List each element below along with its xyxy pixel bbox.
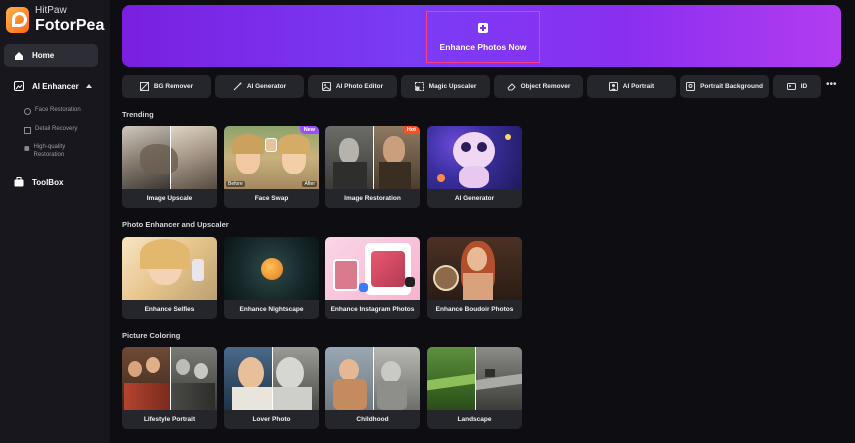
tool-label: Magic Upscaler [428, 83, 477, 90]
tool-label: AI Generator [246, 83, 287, 90]
card-ai-generator[interactable]: AI Generator [427, 126, 522, 208]
portrait-icon [608, 82, 618, 91]
card-image-restoration[interactable]: Hot Image Restoration [325, 126, 420, 208]
card-face-swap[interactable]: New Before After Face Swap [224, 126, 319, 208]
card-lover-photo[interactable]: Lover Photo [224, 347, 319, 429]
brand-small: HitPaw [35, 5, 67, 16]
tool-id[interactable]: ID [773, 75, 821, 98]
card-enhance-nightscape[interactable]: Enhance Nightscape [224, 237, 319, 319]
tool-label: AI Photo Editor [335, 83, 384, 90]
card-landscape[interactable]: Landscape [427, 347, 522, 429]
sidebar-item-label: ToolBox [32, 177, 64, 187]
section-title-photo-enhancer: Photo Enhancer and Upscaler [122, 220, 229, 229]
lifestyle-portrait-thumbnail [122, 347, 217, 410]
upscale-icon [414, 82, 424, 91]
brand-name: FotorPea [35, 17, 105, 34]
sidebar: HitPaw FotorPea Home AI Enhancer Face Re… [0, 0, 110, 443]
sidebar-item-label: AI Enhancer [32, 81, 79, 91]
card-caption: Image Upscale [146, 195, 193, 202]
lover-photo-thumbnail [224, 347, 319, 410]
hot-badge: Hot [402, 126, 420, 134]
card-caption: AI Generator [454, 195, 495, 202]
enhance-selfies-thumbnail [122, 237, 217, 300]
face-icon [24, 108, 31, 115]
section-title-trending: Trending [122, 110, 154, 119]
more-options-icon[interactable]: ••• [826, 80, 837, 90]
portrait-background-icon [686, 82, 696, 91]
sidebar-item-ai-enhancer[interactable]: AI Enhancer [4, 77, 98, 95]
sidebar-item-toolbox[interactable]: ToolBox [4, 173, 98, 191]
face-swap-thumbnail: New Before After [224, 126, 319, 189]
card-caption: Landscape [457, 416, 492, 423]
bg-remover-icon [139, 82, 149, 91]
tool-label: Object Remover [520, 83, 571, 90]
card-enhance-instagram[interactable]: Enhance Instagram Photos [325, 237, 420, 319]
tool-object-remover[interactable]: Object Remover [494, 75, 583, 98]
section-title-picture-coloring: Picture Coloring [122, 331, 181, 340]
new-badge: New [299, 126, 319, 134]
enhance-instagram-thumbnail [325, 237, 420, 300]
enhance-boudoir-thumbnail [427, 237, 522, 300]
image-restoration-thumbnail: Hot [325, 126, 420, 189]
card-enhance-boudoir[interactable]: Enhance Boudoir Photos [427, 237, 522, 319]
landscape-thumbnail [427, 347, 522, 410]
childhood-thumbnail [325, 347, 420, 410]
chevron-up-icon[interactable] [86, 84, 92, 88]
logo-icon [6, 7, 29, 33]
sidebar-item-label: Home [32, 51, 55, 60]
card-caption: Enhance Nightscape [239, 306, 304, 313]
eraser-icon [506, 83, 516, 91]
tool-portrait-background[interactable]: Portrait Background [680, 75, 769, 98]
sidebar-subitem-high-quality-restoration[interactable]: High-quality Restoration [24, 144, 84, 160]
tool-label: BG Remover [153, 83, 194, 90]
hero-cta-label: Enhance Photos Now [439, 41, 527, 52]
enhance-photos-button[interactable]: Enhance Photos Now [426, 11, 540, 63]
card-caption: Image Restoration [344, 195, 401, 202]
ai-generator-thumbnail [427, 126, 522, 189]
card-caption: Childhood [356, 416, 389, 423]
card-caption: Lover Photo [252, 416, 291, 423]
plus-icon [478, 22, 488, 33]
sidebar-subitem-detail-recovery[interactable]: Detail Recovery [24, 126, 77, 134]
card-enhance-selfies[interactable]: Enhance Selfies [122, 237, 217, 319]
tool-label: Portrait Background [700, 83, 763, 90]
card-caption: Lifestyle Portrait [143, 416, 196, 423]
tool-magic-upscaler[interactable]: Magic Upscaler [401, 75, 490, 98]
home-icon [15, 51, 23, 60]
tool-label: ID [800, 83, 808, 90]
card-caption: Enhance Selfies [144, 306, 195, 313]
image-upscale-thumbnail [122, 126, 217, 189]
detail-icon [24, 127, 31, 134]
enhance-nightscape-thumbnail [224, 237, 319, 300]
restoration-icon [24, 146, 30, 151]
card-caption: Enhance Boudoir Photos [435, 306, 514, 313]
card-lifestyle-portrait[interactable]: Lifestyle Portrait [122, 347, 217, 429]
sidebar-subitem-label: Face Restoration [35, 107, 81, 113]
sidebar-subitem-label: High-quality Restoration [33, 144, 66, 158]
tool-ai-photo-editor[interactable]: AI Photo Editor [308, 75, 397, 98]
tool-bg-remover[interactable]: BG Remover [122, 75, 211, 98]
card-caption: Enhance Instagram Photos [330, 306, 415, 313]
photo-icon [321, 82, 331, 91]
image-enhance-icon [14, 81, 24, 91]
id-photo-icon [786, 83, 796, 90]
tool-label: AI Portrait [622, 83, 655, 90]
card-image-upscale[interactable]: Image Upscale [122, 126, 217, 208]
tool-ai-generator[interactable]: AI Generator [215, 75, 304, 98]
sidebar-item-home[interactable]: Home [4, 44, 98, 67]
magic-wand-icon [233, 82, 242, 91]
card-childhood[interactable]: Childhood [325, 347, 420, 429]
card-caption: Face Swap [254, 195, 289, 202]
sidebar-subitem-label: Detail Recovery [35, 126, 78, 132]
sidebar-subitem-face-restoration[interactable]: Face Restoration [24, 107, 81, 115]
after-label: After [302, 181, 317, 187]
hero-banner: Enhance Photos Now [122, 5, 841, 67]
before-label: Before [226, 181, 245, 187]
tool-ai-portrait[interactable]: AI Portrait [587, 75, 676, 98]
app-logo: HitPaw FotorPea [6, 6, 104, 34]
toolbox-icon [14, 177, 24, 187]
